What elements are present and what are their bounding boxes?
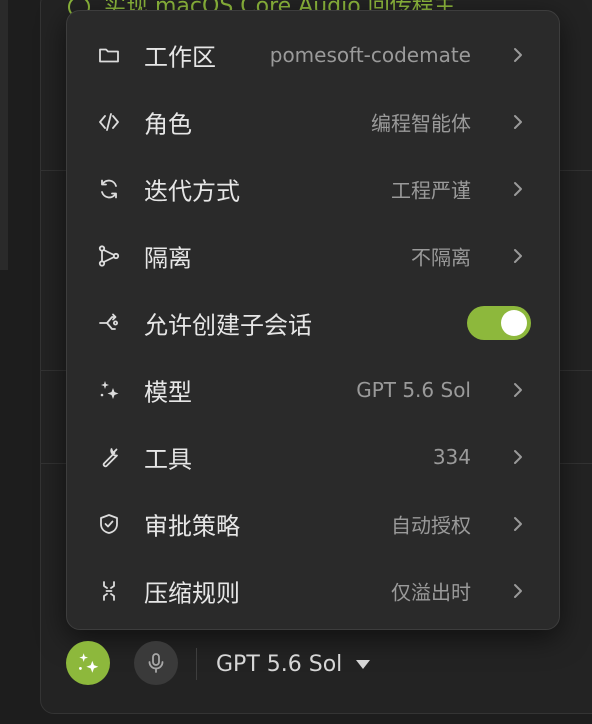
- toolbar-divider: [196, 648, 197, 680]
- menu-item-label: 压缩规则: [144, 579, 240, 607]
- menu-item-allow-subsessions[interactable]: 允许创建子会话: [67, 289, 559, 356]
- compress-icon: [95, 577, 123, 605]
- menu-item-compression-rule[interactable]: 压缩规则 仅溢出时: [67, 557, 559, 624]
- menu-item-label: 模型: [144, 378, 192, 406]
- voice-input-button[interactable]: [134, 641, 178, 685]
- menu-item-tools[interactable]: 工具 334: [67, 423, 559, 490]
- menu-item-label: 审批策略: [144, 512, 240, 540]
- chevron-right-icon: [514, 382, 522, 397]
- model-dropdown[interactable]: GPT 5.6 Sol: [216, 648, 371, 680]
- model-dropdown-label: GPT 5.6 Sol: [216, 651, 343, 677]
- menu-item-value: 334: [432, 444, 471, 469]
- menu-item-label: 迭代方式: [144, 177, 240, 205]
- menu-item-label: 工作区: [144, 43, 216, 71]
- menu-item-value: 编程智能体: [371, 111, 471, 135]
- chevron-right-icon: [514, 248, 522, 263]
- left-scrollbar[interactable]: [0, 0, 8, 270]
- wrench-icon: [95, 443, 123, 471]
- menu-item-value: GPT 5.6 Sol: [356, 377, 471, 402]
- menu-item-value: 仅溢出时: [391, 580, 471, 604]
- menu-item-label: 工具: [144, 445, 192, 473]
- shield-check-icon: [95, 510, 123, 538]
- menu-item-label: 隔离: [144, 244, 192, 272]
- menu-item-approval-policy[interactable]: 审批策略 自动授权: [67, 490, 559, 557]
- allow-subsessions-toggle[interactable]: [467, 305, 531, 340]
- microphone-icon: [148, 653, 164, 673]
- toggle-knob: [501, 309, 527, 336]
- sparkles-icon: [95, 376, 123, 404]
- fork-icon: [95, 309, 123, 337]
- menu-item-model[interactable]: 模型 GPT 5.6 Sol: [67, 356, 559, 423]
- menu-item-isolation[interactable]: 隔离 不隔离: [67, 222, 559, 289]
- chevron-right-icon: [514, 449, 522, 464]
- code-icon: [95, 108, 123, 136]
- agent-options-button[interactable]: [66, 641, 110, 685]
- session-settings-menu: 工作区 pomesoft-codemate 角色 编程智能体 迭代方式 工程严谨: [66, 10, 560, 630]
- chevron-right-icon: [514, 114, 522, 129]
- menu-item-label: 角色: [144, 110, 192, 138]
- branch-icon: [95, 242, 123, 270]
- chevron-right-icon: [514, 583, 522, 598]
- menu-item-iteration-mode[interactable]: 迭代方式 工程严谨: [67, 155, 559, 222]
- chevron-right-icon: [514, 181, 522, 196]
- menu-item-label: 允许创建子会话: [144, 311, 312, 339]
- menu-item-value: 工程严谨: [391, 178, 471, 202]
- refresh-icon: [95, 175, 123, 203]
- chevron-right-icon: [514, 47, 522, 62]
- app-window: 实现 macOS Core Audio 回传程主 工作区 pomesoft-co…: [0, 0, 592, 724]
- menu-item-value: 不隔离: [411, 245, 471, 269]
- menu-item-workspace[interactable]: 工作区 pomesoft-codemate: [67, 21, 559, 88]
- menu-item-role[interactable]: 角色 编程智能体: [67, 88, 559, 155]
- folder-icon: [95, 41, 123, 69]
- sparkles-icon: [79, 653, 99, 673]
- caret-down-icon: [356, 659, 371, 669]
- menu-item-value: pomesoft-codemate: [269, 42, 471, 67]
- menu-item-value: 自动授权: [391, 513, 471, 537]
- chevron-right-icon: [514, 516, 522, 531]
